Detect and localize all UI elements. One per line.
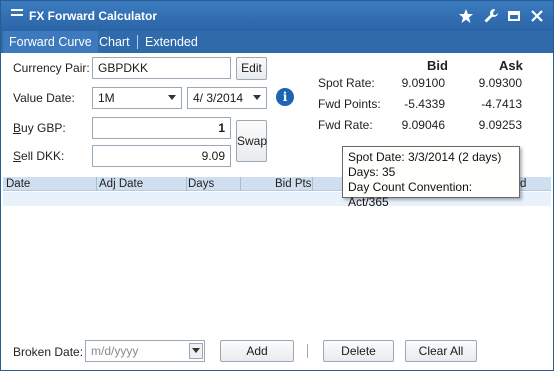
fx-forward-calculator-window: FX Forward Calculator Forward Curve Char… <box>0 0 554 371</box>
chevron-down-icon <box>168 95 176 100</box>
tooltip-spot-date: Spot Date: 3/3/2014 (2 days) <box>348 150 502 164</box>
column-header-days[interactable]: Days <box>188 177 214 191</box>
delete-button[interactable]: Delete <box>323 340 394 362</box>
currency-pair-field[interactable]: GBPDKK <box>92 57 231 79</box>
spot-rate-bid: 9.09100 <box>401 76 445 90</box>
value-date-tooltip: Spot Date: 3/3/2014 (2 days) Days: 35 Da… <box>342 146 520 209</box>
column-divider[interactable] <box>186 177 187 191</box>
tab-bar: Forward Curve Chart Extended <box>1 31 553 53</box>
star-icon[interactable] <box>456 6 476 26</box>
sell-amount-field[interactable]: 9.09 <box>92 145 231 167</box>
menu-icon[interactable] <box>11 9 23 21</box>
column-header-date[interactable]: Date <box>6 177 30 191</box>
bid-header: Bid <box>427 58 448 73</box>
title-bar: FX Forward Calculator <box>1 1 553 31</box>
tenor-select[interactable]: 1M <box>92 87 182 109</box>
edit-button[interactable]: Edit <box>236 57 267 80</box>
tab-extended[interactable]: Extended <box>139 31 204 53</box>
info-icon[interactable]: i <box>276 88 294 106</box>
chevron-down-icon <box>192 348 200 353</box>
buy-amount-field[interactable]: 1 <box>92 117 231 139</box>
spot-rate-ask: 9.09300 <box>478 76 522 90</box>
currency-pair-label: Currency Pair: <box>13 61 90 75</box>
tooltip-days: Days: 35 <box>348 165 396 179</box>
value-date-picker[interactable]: 4/ 3/2014 <box>187 87 267 109</box>
column-divider[interactable] <box>240 177 241 191</box>
buy-amount-label: Buy GBP: <box>13 121 66 135</box>
fwd-points-bid: -5.4339 <box>404 97 445 111</box>
value-date-value: 4/ 3/2014 <box>193 91 244 105</box>
fwd-points-ask: -4.7413 <box>481 97 522 111</box>
add-button[interactable]: Add <box>220 340 294 362</box>
broken-date-label: Broken Date: <box>13 345 84 359</box>
wrench-icon[interactable] <box>481 6 501 26</box>
clear-all-button[interactable]: Clear All <box>405 340 477 362</box>
column-divider[interactable] <box>96 177 97 191</box>
tab-forward-curve[interactable]: Forward Curve <box>3 31 98 53</box>
column-header-partial[interactable]: d <box>520 177 526 191</box>
button-separator <box>307 344 308 358</box>
column-divider[interactable] <box>312 177 313 191</box>
close-icon[interactable] <box>527 6 547 26</box>
broken-date-placeholder: m/d/yyyy <box>91 344 139 358</box>
fwd-rate-bid: 9.09046 <box>401 118 445 132</box>
window-title: FX Forward Calculator <box>29 9 158 23</box>
tooltip-day-count: Day Count Convention: Act/365 <box>348 180 473 209</box>
column-header-adj-date[interactable]: Adj Date <box>99 177 143 191</box>
tenor-select-value: 1M <box>98 91 115 105</box>
minimize-icon[interactable] <box>504 6 524 26</box>
value-date-label: Value Date: <box>13 91 75 105</box>
sell-amount-label: Sell DKK: <box>13 149 65 163</box>
tab-chart[interactable]: Chart <box>93 31 136 53</box>
broken-date-picker[interactable]: m/d/yyyy <box>85 340 205 362</box>
ask-header: Ask <box>499 58 523 73</box>
chevron-down-icon <box>253 95 261 100</box>
column-header-bid-pts[interactable]: Bid Pts <box>275 177 311 191</box>
fwd-rate-ask: 9.09253 <box>478 118 522 132</box>
tab-separator <box>137 35 138 49</box>
swap-button[interactable]: Swap <box>236 120 267 162</box>
